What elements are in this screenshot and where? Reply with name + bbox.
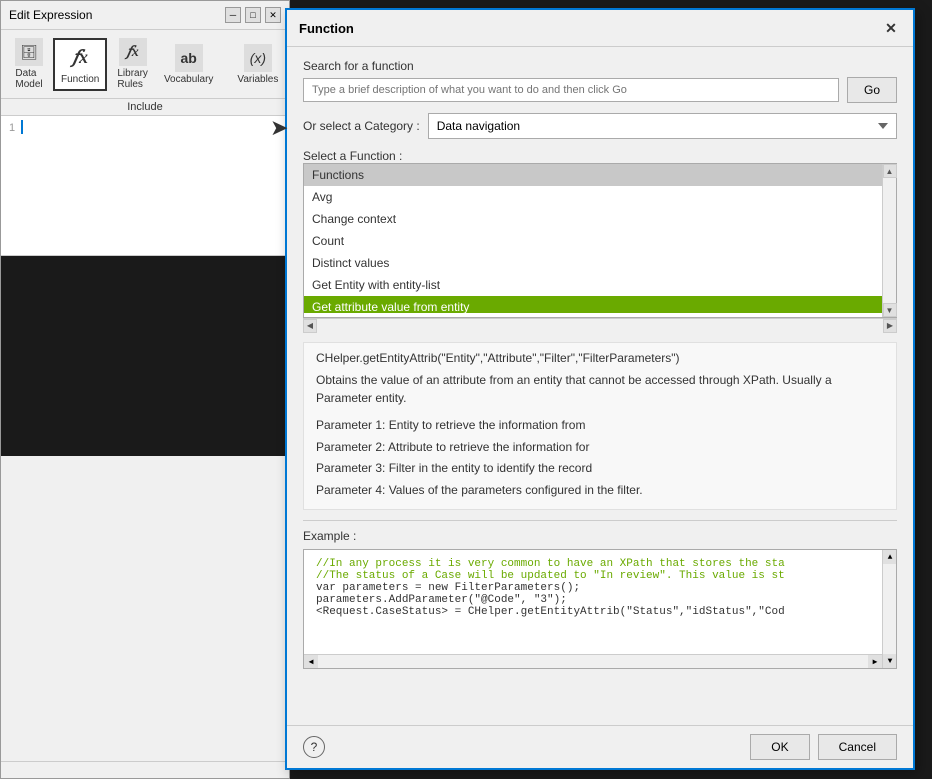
- maximize-button[interactable]: □: [245, 7, 261, 23]
- param-3: Parameter 3: Filter in the entity to ide…: [316, 458, 884, 480]
- help-button[interactable]: ?: [303, 736, 325, 758]
- code-scroll-down[interactable]: ▼: [883, 654, 897, 668]
- code-content: //In any process it is very common to ha…: [316, 558, 884, 618]
- code-hscroll-track: [318, 655, 868, 668]
- search-row: Go: [303, 77, 897, 103]
- toolbar-library-rules-label: LibraryRules: [117, 68, 148, 90]
- param-4: Parameter 4: Values of the parameters co…: [316, 480, 884, 502]
- function-item-distinct-values[interactable]: Distinct values: [304, 252, 896, 274]
- dialog-titlebar: Function ✕: [287, 10, 913, 47]
- hscroll-track: [317, 319, 883, 332]
- function-item-get-entity[interactable]: Get Entity with entity-list: [304, 274, 896, 296]
- toolbar-data-model-label: DataModel: [15, 68, 42, 90]
- edit-footer: [1, 761, 289, 778]
- param-1: Parameter 1: Entity to retrieve the info…: [316, 415, 884, 437]
- code-line-4: parameters.AddParameter("@Code", "3");: [316, 594, 884, 606]
- toolbar-data-model[interactable]: 🗄 DataModel: [9, 34, 49, 94]
- function-list-section: Select a Function : Functions Avg Change…: [303, 149, 897, 332]
- minimize-button[interactable]: ─: [225, 7, 241, 23]
- code-hscroll-left[interactable]: ◀: [304, 655, 318, 669]
- scroll-track: [883, 178, 896, 303]
- window-controls: ─ □ ✕: [225, 7, 281, 23]
- vocabulary-icon: ab: [175, 44, 203, 72]
- code-line-2: //The status of a Case will be updated t…: [316, 570, 884, 582]
- code-line-scrollbar[interactable]: ▲ ▼: [882, 550, 896, 668]
- toolbar-library-rules[interactable]: 𝑓x LibraryRules: [111, 34, 154, 94]
- code-line-5: <Request.CaseStatus> = CHelper.getEntity…: [316, 606, 884, 618]
- param-text: Parameter 1: Entity to retrieve the info…: [316, 415, 884, 501]
- toolbar-function[interactable]: 𝑓x Function: [53, 38, 107, 91]
- dialog-footer: ? OK Cancel: [287, 725, 913, 768]
- edit-expression-title: Edit Expression: [9, 8, 92, 22]
- function-list-label: Select a Function :: [303, 149, 897, 163]
- edit-expression-titlebar: Edit Expression ─ □ ✕: [1, 1, 289, 30]
- search-label: Search for a function: [303, 59, 897, 73]
- search-input[interactable]: [303, 78, 839, 102]
- dialog-close-button[interactable]: ✕: [881, 18, 901, 38]
- param-2: Parameter 2: Attribute to retrieve the i…: [316, 437, 884, 459]
- code-line-1: //In any process it is very common to ha…: [316, 558, 884, 570]
- code-scroll-up[interactable]: ▲: [883, 550, 897, 564]
- toolbar: 🗄 DataModel 𝑓x Function 𝑓x LibraryRules …: [1, 30, 289, 99]
- toolbar-vocabulary[interactable]: ab Vocabulary: [158, 40, 219, 89]
- toolbar-vocabulary-label: Vocabulary: [164, 74, 213, 85]
- function-item-get-attribute[interactable]: Get attribute value from entity: [304, 296, 896, 313]
- toolbar-variables[interactable]: (x) Variables: [231, 40, 284, 89]
- code-line-3: var parameters = new FilterParameters();: [316, 582, 884, 594]
- black-area-content: [1, 256, 289, 272]
- function-list-hscrollbar[interactable]: ◀ ▶: [303, 318, 897, 332]
- function-list-header: Functions: [304, 164, 896, 186]
- function-item-avg[interactable]: Avg: [304, 186, 896, 208]
- line-number: 1: [5, 120, 19, 136]
- close-button[interactable]: ✕: [265, 7, 281, 23]
- signature-section: CHelper.getEntityAttrib("Entity","Attrib…: [303, 342, 897, 510]
- toolbar-variables-label: Variables: [237, 74, 278, 85]
- function-list-scrollbar[interactable]: ▲ ▼: [882, 164, 896, 317]
- code-scroll-track: [883, 564, 896, 654]
- hscroll-right-arrow[interactable]: ▶: [883, 319, 897, 333]
- dialog-title: Function: [299, 21, 354, 36]
- function-dialog: Function ✕ Search for a function Go Or s…: [285, 8, 915, 770]
- code-hscrollbar[interactable]: ◀ ▶: [304, 654, 882, 668]
- expression-line: 1: [5, 120, 285, 136]
- include-label: Include: [127, 101, 162, 113]
- category-select[interactable]: Data navigation Math String Date Logic: [428, 113, 897, 139]
- code-hscroll-right[interactable]: ▶: [868, 655, 882, 669]
- scroll-down-arrow[interactable]: ▼: [883, 303, 897, 317]
- black-area: [1, 256, 289, 456]
- function-list-container: Functions Avg Change context Count Disti…: [303, 163, 897, 318]
- arrow-indicator: ➤: [270, 115, 288, 141]
- go-button[interactable]: Go: [847, 77, 897, 103]
- dialog-body: Search for a function Go Or select a Cat…: [287, 47, 913, 725]
- example-label: Example :: [303, 529, 897, 543]
- toolbar-function-label: Function: [61, 74, 99, 85]
- function-item-count[interactable]: Count: [304, 230, 896, 252]
- signature-text: CHelper.getEntityAttrib("Entity","Attrib…: [316, 351, 884, 365]
- variables-icon: (x): [244, 44, 272, 72]
- cancel-button[interactable]: Cancel: [818, 734, 897, 760]
- code-area[interactable]: ▲ ▼ //In any process it is very common t…: [303, 549, 897, 669]
- category-label: Or select a Category :: [303, 119, 420, 133]
- expression-area[interactable]: 1: [1, 116, 289, 256]
- edit-expression-window: Edit Expression ─ □ ✕ 🗄 DataModel 𝑓x Fun…: [0, 0, 290, 779]
- function-icon: 𝑓x: [66, 44, 94, 72]
- category-section: Or select a Category : Data navigation M…: [303, 113, 897, 139]
- description-text: Obtains the value of an attribute from a…: [316, 371, 884, 407]
- ok-button[interactable]: OK: [750, 734, 809, 760]
- include-section: Include: [1, 99, 289, 116]
- hscroll-left-arrow[interactable]: ◀: [303, 319, 317, 333]
- library-rules-icon: 𝑓x: [119, 38, 147, 66]
- text-cursor: [21, 120, 23, 134]
- function-list[interactable]: Avg Change context Count Distinct values…: [304, 186, 896, 313]
- example-section: Example : ▲ ▼ //In any process it is ver…: [303, 520, 897, 669]
- footer-buttons: OK Cancel: [750, 734, 897, 760]
- data-model-icon: 🗄: [15, 38, 43, 66]
- search-section: Search for a function Go: [303, 59, 897, 103]
- scroll-up-arrow[interactable]: ▲: [883, 164, 897, 178]
- function-item-change-context[interactable]: Change context: [304, 208, 896, 230]
